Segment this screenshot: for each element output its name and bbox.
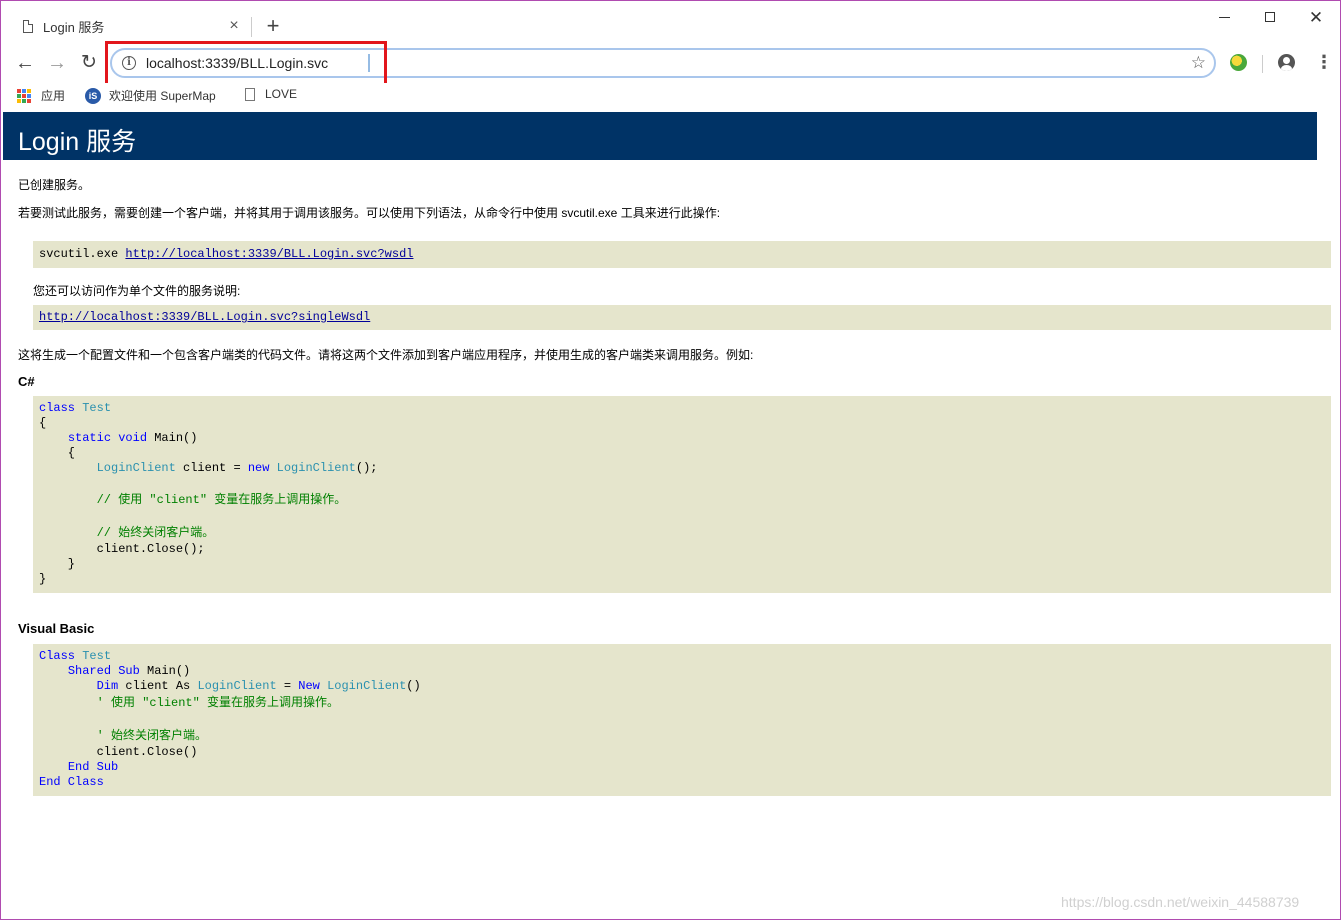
tab-strip: Login 服务 × + ✕ bbox=[1, 1, 1340, 41]
bookmark-supermap[interactable]: iS 欢迎使用 SuperMap bbox=[85, 87, 216, 104]
single-wsdl-box: http://localhost:3339/BLL.Login.svc?sing… bbox=[33, 305, 1331, 330]
apps-grid-icon bbox=[17, 88, 31, 103]
code-text: (); bbox=[355, 461, 378, 475]
code-text: () bbox=[406, 679, 421, 693]
svcutil-line: svcutil.exe http://localhost:3339/BLL.Lo… bbox=[39, 247, 413, 262]
page-title: Login 服务 bbox=[3, 112, 1317, 160]
type-name: Test bbox=[82, 401, 112, 415]
page-icon bbox=[23, 19, 33, 33]
keyword: Shared Sub bbox=[67, 664, 140, 678]
vb-code-box: Class Test Shared Sub Main() Dim client … bbox=[33, 644, 1331, 796]
single-wsdl-link[interactable]: http://localhost:3339/BLL.Login.svc?sing… bbox=[39, 310, 370, 324]
back-button[interactable]: ← bbox=[13, 51, 37, 75]
code-line: } bbox=[39, 557, 76, 571]
code-line: static void Main() bbox=[39, 431, 198, 446]
new-tab-button[interactable]: + bbox=[263, 13, 283, 39]
menu-kebab-icon[interactable]: ⋮ bbox=[1315, 53, 1333, 71]
type-name: LoginClient bbox=[276, 461, 356, 475]
forward-button[interactable]: → bbox=[45, 51, 69, 75]
code-comment: // 始终关闭客户端。 bbox=[39, 526, 215, 540]
code-line: End Sub bbox=[39, 760, 118, 775]
close-window-button[interactable]: ✕ bbox=[1293, 5, 1339, 29]
code-line: Dim client As LoginClient = New LoginCli… bbox=[39, 679, 421, 694]
service-created-text: 已创建服务。 bbox=[18, 178, 91, 192]
type-name: Test bbox=[82, 649, 112, 663]
code-comment: ' 始终关闭客户端。 bbox=[39, 729, 208, 743]
vb-heading: Visual Basic bbox=[18, 621, 95, 636]
close-icon: ✕ bbox=[1308, 7, 1324, 27]
reload-button[interactable]: ↻ bbox=[77, 51, 101, 75]
keyword: End Class bbox=[39, 775, 104, 789]
browser-window: Login 服务 × + ✕ ← → ↻ i ☆ ⋮ bbox=[0, 0, 1341, 920]
csharp-code-box: class Test { static void Main() { LoginC… bbox=[33, 396, 1331, 593]
code-line: } bbox=[39, 572, 47, 586]
keyword: Class bbox=[39, 649, 76, 663]
keyword: Dim bbox=[96, 679, 119, 693]
back-arrow-icon: ← bbox=[15, 52, 35, 74]
bookmark-apps[interactable]: 应用 bbox=[17, 87, 65, 104]
wsdl-link[interactable]: http://localhost:3339/BLL.Login.svc?wsdl bbox=[125, 247, 413, 261]
single-file-note: 您还可以访问作为单个文件的服务说明: bbox=[33, 284, 241, 298]
code-text: client = bbox=[175, 461, 248, 475]
reload-icon: ↻ bbox=[81, 52, 97, 73]
page-content: Login 服务 已创建服务。 若要测试此服务，需要创建一个客户端，并将其用于调… bbox=[3, 112, 1339, 919]
single-wsdl-line: http://localhost:3339/BLL.Login.svc?sing… bbox=[39, 310, 370, 325]
toolbar-separator bbox=[1262, 55, 1263, 73]
tab-title: Login 服务 bbox=[43, 19, 105, 35]
keyword: static void bbox=[67, 431, 148, 445]
bookmarks-bar: 应用 iS 欢迎使用 SuperMap LOVE bbox=[1, 83, 1340, 109]
extension-icon[interactable] bbox=[1230, 54, 1247, 71]
svcutil-command-box: svcutil.exe http://localhost:3339/BLL.Lo… bbox=[33, 241, 1331, 268]
generate-note: 这将生成一个配置文件和一个包含客户端类的代码文件。请将这两个文件添加到客户端应用… bbox=[18, 348, 754, 362]
tab-login-service[interactable]: Login 服务 × bbox=[9, 11, 249, 41]
tab-separator bbox=[251, 17, 252, 37]
code-line: class Test bbox=[39, 401, 111, 416]
code-line: Shared Sub Main() bbox=[39, 664, 190, 679]
keyword: New bbox=[298, 679, 320, 693]
code-line: { bbox=[39, 416, 47, 430]
keyword: class bbox=[39, 401, 76, 415]
type-name: LoginClient bbox=[197, 679, 277, 693]
code-text: Main() bbox=[147, 431, 198, 445]
supermap-icon: iS bbox=[85, 87, 101, 104]
watermark-text: https://blog.csdn.net/weixin_44588739 bbox=[1061, 894, 1300, 910]
code-comment: // 使用 "client" 变量在服务上调用操作。 bbox=[39, 493, 347, 507]
tab-close-icon[interactable]: × bbox=[225, 17, 243, 35]
bookmark-star-icon[interactable]: ☆ bbox=[1191, 53, 1206, 73]
code-text: client As bbox=[118, 679, 198, 693]
code-line: { bbox=[39, 446, 76, 460]
code-line: LoginClient client = new LoginClient(); bbox=[39, 461, 378, 476]
keyword: new bbox=[247, 461, 270, 475]
bookmark-label: LOVE bbox=[265, 87, 298, 101]
svcutil-cmd: svcutil.exe bbox=[39, 247, 119, 261]
maximize-button[interactable] bbox=[1247, 5, 1293, 29]
csharp-heading: C# bbox=[18, 374, 35, 389]
code-text: = bbox=[276, 679, 299, 693]
bookmark-love[interactable]: LOVE bbox=[245, 87, 297, 101]
code-line: client.Close(); bbox=[39, 542, 205, 556]
type-name: LoginClient bbox=[96, 461, 176, 475]
type-name: LoginClient bbox=[327, 679, 407, 693]
code-comment: ' 使用 "client" 变量在服务上调用操作。 bbox=[39, 696, 340, 710]
code-line: client.Close() bbox=[39, 745, 198, 759]
page-icon bbox=[245, 87, 255, 101]
bookmark-label: 应用 bbox=[41, 89, 66, 103]
code-text: Main() bbox=[139, 664, 191, 678]
minimize-button[interactable] bbox=[1201, 5, 1247, 29]
code-line: Class Test bbox=[39, 649, 111, 664]
keyword: End Sub bbox=[67, 760, 119, 774]
maximize-icon bbox=[1265, 12, 1275, 22]
code-line: End Class bbox=[39, 775, 104, 790]
forward-arrow-icon: → bbox=[47, 52, 67, 74]
minimize-icon bbox=[1218, 16, 1230, 18]
instruction-text: 若要测试此服务，需要创建一个客户端，并将其用于调用该服务。可以使用下列语法，从命… bbox=[18, 206, 721, 220]
profile-avatar-icon[interactable] bbox=[1278, 54, 1295, 71]
bookmark-label: 欢迎使用 SuperMap bbox=[109, 89, 216, 103]
